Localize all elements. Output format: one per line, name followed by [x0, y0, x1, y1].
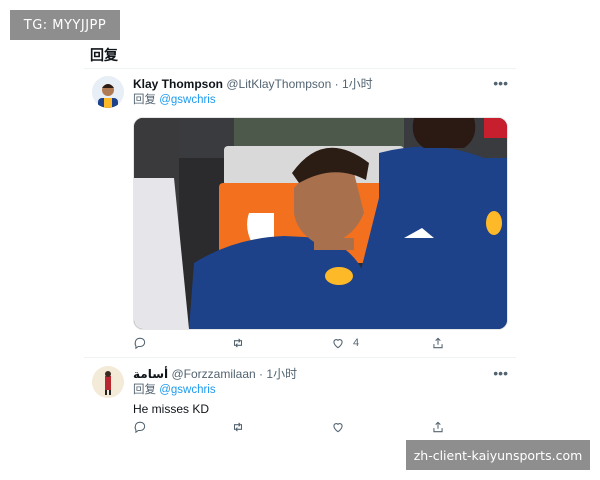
timestamp[interactable]: 1小时: [266, 367, 297, 381]
divider: [84, 68, 516, 69]
separator-dot: ·: [259, 367, 264, 381]
tweet-text: He misses KD: [133, 402, 210, 416]
author-handle[interactable]: @LitKlayThompson: [226, 77, 331, 91]
like-button[interactable]: [331, 420, 353, 434]
share-icon: [433, 337, 443, 349]
author-handle[interactable]: @Forzzamilaan: [171, 367, 255, 381]
tweet-2-actions: [133, 420, 453, 436]
share-button[interactable]: [431, 336, 453, 350]
like-count: 4: [353, 337, 360, 349]
reply-context: 回复 @gswchris: [133, 383, 510, 398]
like-icon: [333, 339, 343, 349]
reply-context: 回复 @gswchris: [133, 93, 510, 108]
retweet-button[interactable]: [231, 336, 253, 350]
author-name[interactable]: أسامة: [133, 367, 168, 381]
retweet-button[interactable]: [231, 420, 253, 434]
retweet-icon: [233, 338, 243, 348]
page-title: 回复: [90, 48, 118, 64]
watermark-top-left: TG: MYYJJPP: [10, 10, 120, 40]
reply-prefix: 回复: [133, 94, 156, 106]
like-icon: [333, 423, 343, 433]
author-name[interactable]: Klay Thompson: [133, 77, 223, 91]
tweet-header: أسامة @Forzzamilaan · 1小时: [133, 366, 510, 382]
divider: [84, 357, 516, 358]
reply-icon: [134, 337, 146, 350]
like-button[interactable]: 4: [331, 336, 359, 350]
separator-dot: ·: [334, 77, 339, 91]
watermark-bottom-right: zh-client-kaiyunsports.com: [406, 440, 590, 470]
share-icon: [433, 421, 443, 433]
reply-button[interactable]: [133, 336, 155, 350]
reply-icon: [134, 421, 146, 434]
reply-to-link[interactable]: @gswchris: [159, 384, 215, 396]
share-button[interactable]: [431, 420, 453, 434]
tweet-header: Klay Thompson @LitKlayThompson · 1小时: [133, 76, 510, 92]
tweet-1-actions: 4: [133, 336, 453, 352]
avatar[interactable]: [92, 366, 124, 398]
avatar[interactable]: [92, 76, 124, 108]
more-icon[interactable]: •••: [493, 76, 508, 90]
reply-prefix: 回复: [133, 384, 156, 396]
reply-button[interactable]: [133, 420, 155, 434]
tweet-media-image[interactable]: [133, 117, 508, 330]
timestamp[interactable]: 1小时: [342, 77, 373, 91]
reply-to-link[interactable]: @gswchris: [159, 94, 215, 106]
retweet-icon: [233, 422, 243, 432]
more-icon[interactable]: •••: [493, 366, 508, 380]
